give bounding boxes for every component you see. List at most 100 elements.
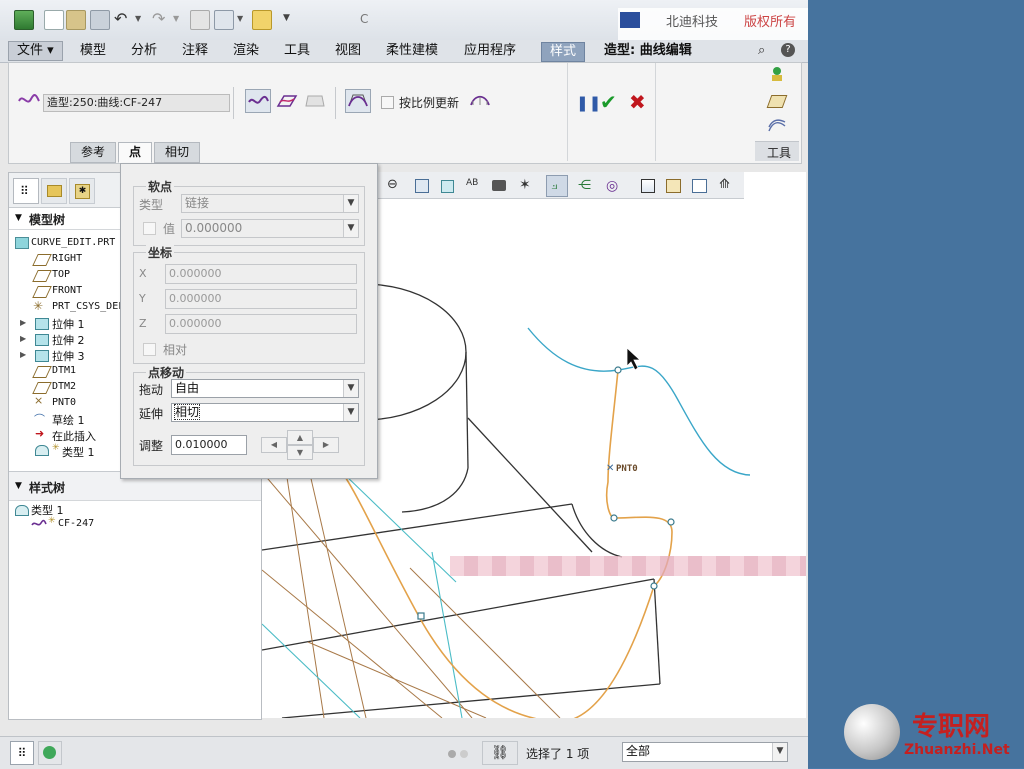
proportional-update-checkbox[interactable] — [381, 96, 394, 109]
relative-checkbox[interactable] — [143, 343, 156, 356]
perspective-button[interactable] — [488, 175, 510, 197]
undo-dropdown-icon[interactable]: ▼ — [135, 14, 141, 23]
tree-item-insert-here[interactable]: 在此插入 — [52, 428, 96, 444]
tab-style[interactable]: 样式 — [541, 42, 586, 62]
curvature-icon[interactable] — [469, 92, 491, 108]
tab-tools[interactable]: 工具 — [276, 42, 318, 60]
collapse-style-tree-icon[interactable]: ▼ — [15, 481, 22, 491]
favorites-tab[interactable]: ✱ — [69, 178, 95, 204]
collapse-model-tree-icon[interactable]: ▼ — [15, 213, 22, 223]
expand-icon[interactable]: ▶ — [20, 318, 26, 327]
save-icon[interactable] — [90, 10, 110, 30]
refit-button[interactable] — [410, 175, 432, 197]
cos-curve-button[interactable] — [301, 89, 327, 113]
node-display-button[interactable]: ⋲ — [574, 175, 596, 197]
cancel-button[interactable]: ✖ — [629, 90, 646, 114]
tree-item-extrude-2[interactable]: 拉伸 2 — [52, 332, 85, 348]
model-tree-tab[interactable]: ⠿ — [13, 178, 39, 204]
y-coordinate-input[interactable]: 0.000000 — [165, 289, 357, 309]
soft-point-value-input[interactable]: 0.000000 ▼ — [181, 219, 359, 238]
spin-center-button[interactable]: ◎ — [602, 175, 624, 197]
find-button[interactable]: ⛓ — [482, 741, 518, 765]
curve-name-field[interactable]: 造型:250:曲线:CF-247 — [43, 94, 230, 112]
nudge-left-button[interactable]: ◀ — [261, 437, 287, 453]
view-manager-button[interactable]: ⟰ — [714, 175, 736, 197]
tab-applications[interactable]: 应用程序 — [456, 42, 524, 60]
selection-filter-select[interactable]: 全部 ▼ — [622, 742, 788, 762]
tree-item-part[interactable]: CURVE_EDIT.PRT — [31, 237, 115, 248]
open-folder-icon[interactable] — [66, 10, 86, 30]
tools-group[interactable]: 工具 — [755, 141, 799, 161]
curvature-display-button[interactable]: ⟓ — [546, 175, 568, 197]
tree-item-right[interactable]: RIGHT — [52, 253, 82, 264]
tree-item-csys[interactable]: PRT_CSYS_DEF — [52, 301, 124, 312]
windows-icon[interactable] — [214, 10, 234, 30]
planar-curve-button[interactable] — [273, 89, 299, 113]
plane-display-button[interactable] — [688, 175, 710, 197]
tree-item-dtm1[interactable]: DTM1 — [52, 365, 76, 376]
tool-node-icon[interactable] — [771, 67, 783, 83]
redo-dropdown-icon[interactable]: ▼ — [173, 14, 179, 23]
expand-icon[interactable]: ▶ — [20, 334, 26, 343]
tab-model[interactable]: 模型 — [72, 42, 114, 60]
regenerate-icon[interactable] — [190, 10, 210, 30]
zoom-out-button[interactable]: ⊖ — [382, 175, 404, 197]
adjust-step-input[interactable]: 0.010000 — [171, 435, 247, 455]
nudge-up-button[interactable]: ▲ — [287, 430, 313, 445]
tab-points[interactable]: 点 — [118, 142, 153, 163]
folder-browser-tab[interactable] — [41, 178, 67, 204]
new-file-icon[interactable] — [44, 10, 64, 30]
soft-point-type-select[interactable]: 链接 ▼ — [181, 194, 359, 213]
nudge-down-button[interactable]: ▼ — [287, 445, 313, 460]
surface-tool-icon[interactable] — [766, 95, 788, 108]
tree-item-sketch-1[interactable]: 草绘 1 — [52, 412, 85, 428]
tab-annotate[interactable]: 注释 — [174, 42, 216, 60]
show-browser-button[interactable] — [38, 741, 62, 765]
extend-mode-select[interactable]: 相切 ▼ — [171, 403, 359, 422]
tree-item-extrude-1[interactable]: 拉伸 1 — [52, 316, 85, 332]
tab-references[interactable]: 参考 — [70, 142, 117, 163]
expand-icon[interactable]: ▶ — [20, 350, 26, 359]
display-style-button[interactable]: ✶ — [514, 175, 536, 197]
tree-item-extrude-3[interactable]: 拉伸 3 — [52, 348, 85, 364]
free-curve-button[interactable] — [245, 89, 271, 113]
tab-analysis[interactable]: 分析 — [123, 42, 165, 60]
working-directory-icon[interactable] — [252, 10, 272, 30]
customize-toolbar-icon[interactable]: ▼ — [283, 13, 290, 23]
soft-point-value-checkbox[interactable] — [143, 222, 156, 235]
view-toolbar: ⊖ AB ✶ ⟓ ⋲ ◎ ⟰ — [378, 172, 744, 199]
tab-curve-edit[interactable]: 造型: 曲线编辑 — [596, 42, 700, 60]
z-coordinate-input[interactable]: 0.000000 — [165, 314, 357, 334]
tree-item-pnt0[interactable]: PNT0 — [52, 397, 76, 408]
show-navigator-icon[interactable]: ⠿ — [10, 741, 34, 765]
tree-item-dtm2[interactable]: DTM2 — [52, 381, 76, 392]
search-icon[interactable]: ⌕ — [758, 43, 765, 58]
file-menu[interactable]: 文件 ▾ — [8, 41, 63, 61]
annotation-display-button[interactable] — [662, 175, 684, 197]
pause-button[interactable]: ❚❚ — [576, 94, 601, 112]
tree-item-top[interactable]: TOP — [52, 269, 70, 280]
nudge-right-button[interactable]: ▶ — [313, 437, 339, 453]
tree-item-style-1[interactable]: 类型 1 — [62, 444, 95, 460]
x-coordinate-input[interactable]: 0.000000 — [165, 264, 357, 284]
redo-icon[interactable]: ↷ — [152, 9, 165, 28]
tab-render[interactable]: 渲染 — [225, 42, 267, 60]
undo-icon[interactable]: ↶ — [114, 9, 127, 28]
tab-flexible-modeling[interactable]: 柔性建模 — [378, 42, 446, 60]
help-icon[interactable]: ? — [781, 43, 795, 57]
tree-item-front[interactable]: FRONT — [52, 285, 82, 296]
datum-point-marker: ✕ — [606, 463, 614, 474]
named-views-button[interactable]: AB — [462, 175, 484, 197]
curve-network-tool-icon[interactable] — [767, 117, 787, 135]
saved-orientations-button[interactable] — [436, 175, 458, 197]
tab-tangent[interactable]: 相切 — [154, 142, 201, 163]
control-polygon-button[interactable] — [345, 89, 371, 113]
windows-dropdown-icon[interactable]: ▼ — [237, 14, 243, 23]
ok-button[interactable]: ✔ — [600, 90, 617, 114]
site-watermark: 专职网 Zhuanzhi.Net — [842, 698, 1024, 768]
style-tree-item-curve[interactable]: CF-247 — [58, 518, 94, 529]
tab-view[interactable]: 视图 — [327, 42, 369, 60]
datum-display-button[interactable] — [636, 175, 658, 197]
creo-app-icon[interactable] — [14, 10, 34, 30]
drag-mode-select[interactable]: 自由 ▼ — [171, 379, 359, 398]
